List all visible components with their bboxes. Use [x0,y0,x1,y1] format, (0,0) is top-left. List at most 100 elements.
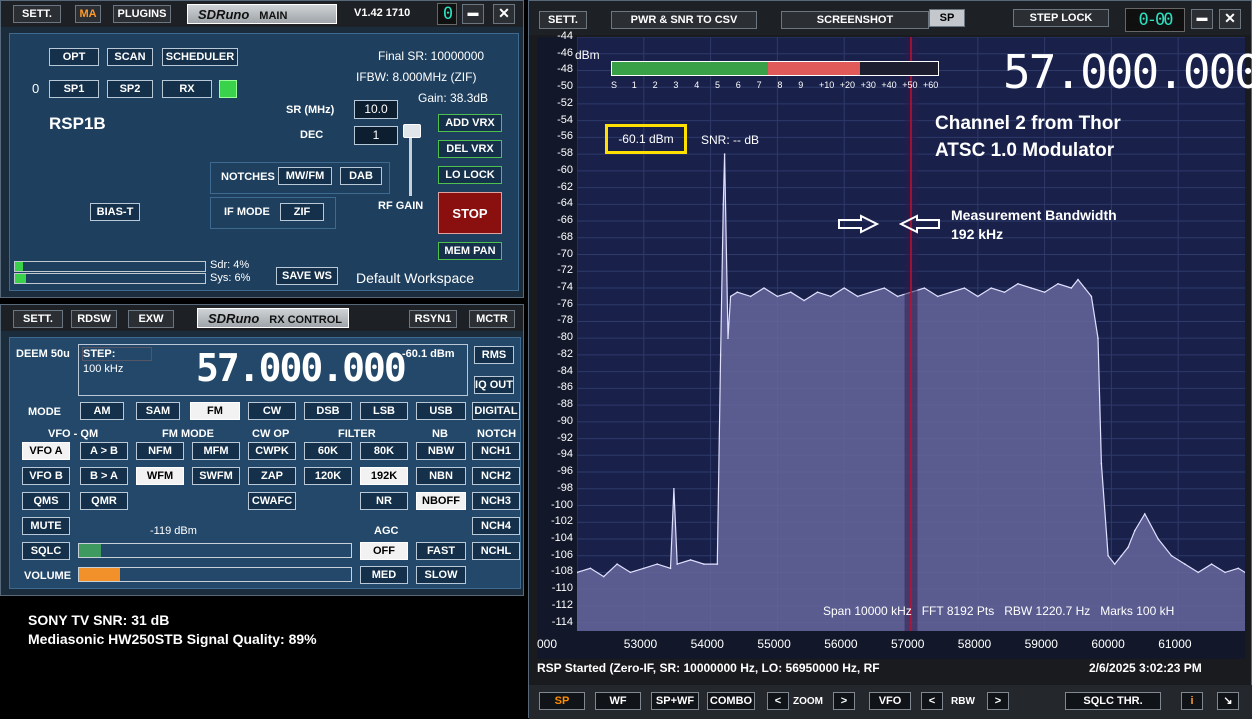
qms-button[interactable]: QMS [22,492,70,510]
a-to-b-button[interactable]: A > B [80,442,128,460]
sp-view-button[interactable]: SP [539,692,585,710]
zoom-out-button[interactable]: < [767,692,789,710]
rx-frequency[interactable]: 57.000.000 [196,346,407,390]
b-to-a-button[interactable]: B > A [80,467,128,485]
spectrum-frequency[interactable]: 57.000.000 [1003,45,1252,99]
rms-button[interactable]: RMS [474,346,514,364]
cwafc-button[interactable]: CWAFC [248,492,296,510]
spectrum-minimize-icon[interactable]: ▬ [1191,9,1213,29]
pwr-snr-csv-button[interactable]: PWR & SNR TO CSV [611,11,757,29]
main-ma-button[interactable]: MA [75,5,101,23]
nch2-button[interactable]: NCH2 [472,467,520,485]
spectrum-point [1120,554,1123,557]
mode-fm-button[interactable]: FM [190,402,240,420]
nbn-button[interactable]: NBN [416,467,466,485]
info-icon[interactable]: i [1181,692,1203,710]
rdsw-button[interactable]: RDSW [71,310,117,328]
mode-lsb-button[interactable]: LSB [360,402,408,420]
nchl-button[interactable]: NCHL [472,542,520,560]
sqlc-thr-button[interactable]: SQLC THR. [1065,692,1161,710]
filter-120k-button[interactable]: 120K [304,467,352,485]
main-sett-button[interactable]: SETT. [13,5,61,23]
sp-tab-button[interactable]: SP [929,9,965,27]
step-lock-button[interactable]: STEP LOCK [1013,9,1109,27]
spectrum-close-icon[interactable]: ✕ [1219,9,1241,29]
s-meter-tick-label: +20 [839,80,856,90]
filter-60k-button[interactable]: 60K [304,442,352,460]
combo-view-button[interactable]: COMBO [707,692,755,710]
opt-button[interactable]: OPT [49,48,99,66]
dec-field[interactable]: 1 [354,126,398,145]
mctr-button[interactable]: MCTR [469,310,515,328]
nfm-button[interactable]: NFM [136,442,184,460]
nch3-button[interactable]: NCH3 [472,492,520,510]
rx-button[interactable]: RX [162,80,212,98]
sr-field[interactable]: 10.0 [354,100,398,119]
wf-view-button[interactable]: WF [595,692,641,710]
nch4-button[interactable]: NCH4 [472,517,520,535]
sp1-button[interactable]: SP1 [49,80,99,98]
spectrum-sett-button[interactable]: SETT. [539,11,587,29]
minimize-icon[interactable]: ▬ [462,4,484,24]
plugins-button[interactable]: PLUGINS [113,5,171,23]
digital-button[interactable]: DIGITAL [472,402,520,420]
mode-am-button[interactable]: AM [80,402,124,420]
del-vrx-button[interactable]: DEL VRX [438,140,502,158]
nr-button[interactable]: NR [360,492,408,510]
close-icon[interactable]: ✕ [493,4,515,24]
iq-out-button[interactable]: IQ OUT [474,376,514,394]
squelch-slider[interactable] [78,543,352,558]
bias-t-button[interactable]: BIAS-T [90,203,140,221]
vfo-button[interactable]: VFO [869,692,911,710]
agc-slow-button[interactable]: SLOW [416,566,466,584]
scheduler-button[interactable]: SCHEDULER [162,48,238,66]
zif-button[interactable]: ZIF [280,203,324,221]
dbm-unit-label: dBm [575,48,600,62]
sp-wf-view-button[interactable]: SP+WF [651,692,699,710]
lo-lock-button[interactable]: LO LOCK [438,166,502,184]
sp2-button[interactable]: SP2 [107,80,153,98]
nch1-button[interactable]: NCH1 [472,442,520,460]
zoom-in-button[interactable]: > [833,692,855,710]
spectrum-plot[interactable]: -44 -46 -48 -50 -52 -54 -56 -58 -60 -62 -64 -66 -68 -… [537,30,1252,659]
vfo-b-button[interactable]: VFO B [22,467,70,485]
nbw-button[interactable]: NBW [416,442,466,460]
agc-med-button[interactable]: MED [360,566,408,584]
resize-grip-icon[interactable]: ↘ [1217,692,1239,710]
mwfm-button[interactable]: MW/FM [278,167,332,185]
cwpk-button[interactable]: CWPK [248,442,296,460]
step-value[interactable]: 100 kHz [83,363,123,375]
rf-gain-slider-handle[interactable] [403,124,421,138]
vfo-a-button[interactable]: VFO A [22,442,70,460]
exw-button[interactable]: EXW [128,310,174,328]
swfm-button[interactable]: SWFM [192,467,240,485]
rx-sett-button[interactable]: SETT. [13,310,63,328]
rbw-up-button[interactable]: > [987,692,1009,710]
dab-button[interactable]: DAB [340,167,382,185]
filter-192k-button[interactable]: 192K [360,467,408,485]
stop-button[interactable]: STOP [438,192,502,234]
scan-button[interactable]: SCAN [107,48,153,66]
s-meter-scale: S 1 2 3 4 5 6 7 8 9 +10 +20 +30 +40 +50 +60 [611,80,939,94]
mode-cw-button[interactable]: CW [248,402,296,420]
add-vrx-button[interactable]: ADD VRX [438,114,502,132]
filter-80k-button[interactable]: 80K [360,442,408,460]
rsyn1-button[interactable]: RSYN1 [409,310,457,328]
mode-dsb-button[interactable]: DSB [304,402,352,420]
mode-usb-button[interactable]: USB [416,402,466,420]
mute-button[interactable]: MUTE [22,517,70,535]
screenshot-button[interactable]: SCREENSHOT [781,11,929,29]
agc-fast-button[interactable]: FAST [416,542,466,560]
zap-button[interactable]: ZAP [248,467,296,485]
qmr-button[interactable]: QMR [80,492,128,510]
save-ws-button[interactable]: SAVE WS [276,267,338,285]
volume-slider[interactable] [78,567,352,582]
wfm-button[interactable]: WFM [136,467,184,485]
agc-off-button[interactable]: OFF [360,542,408,560]
mode-sam-button[interactable]: SAM [136,402,180,420]
sqlc-button[interactable]: SQLC [22,542,70,560]
mfm-button[interactable]: MFM [192,442,240,460]
mem-pan-button[interactable]: MEM PAN [438,242,502,260]
nboff-button[interactable]: NBOFF [416,492,466,510]
rbw-down-button[interactable]: < [921,692,943,710]
